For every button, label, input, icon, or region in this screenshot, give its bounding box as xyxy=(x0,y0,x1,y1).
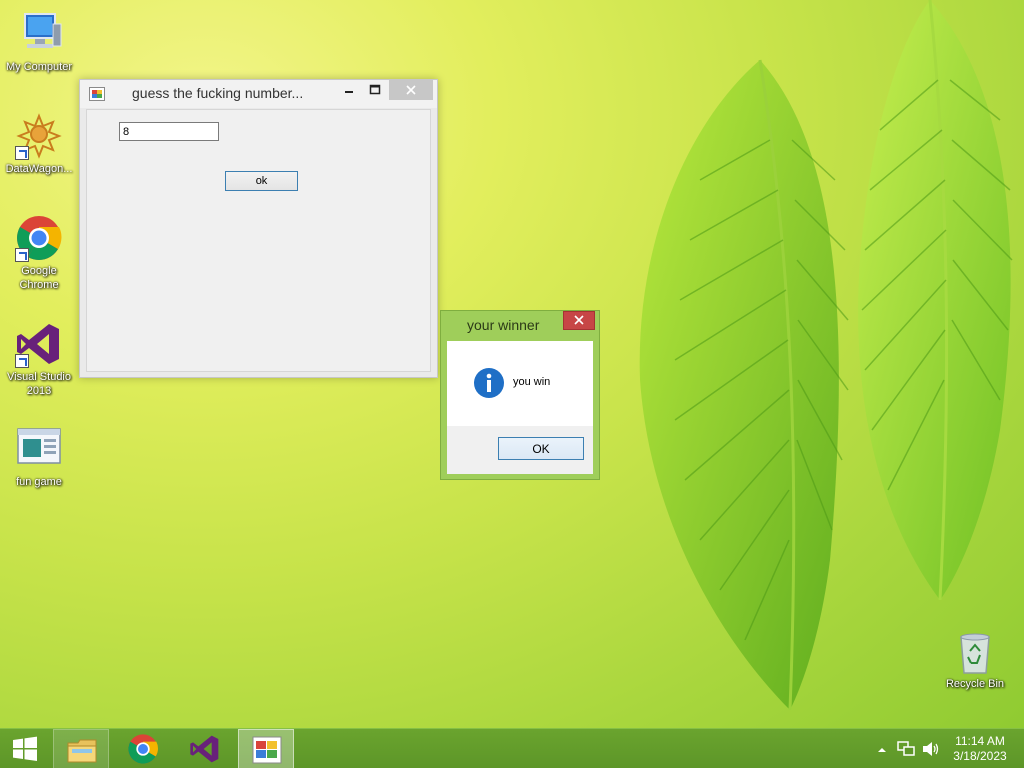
message-box-footer: OK xyxy=(447,426,593,474)
taskbar-visual-studio[interactable] xyxy=(177,729,233,768)
info-icon xyxy=(474,368,504,398)
window-client-area: ok xyxy=(86,109,431,372)
message-box-close-button[interactable] xyxy=(563,311,595,330)
chevron-up-icon[interactable] xyxy=(876,744,888,756)
guess-number-window[interactable]: guess the fucking number... ok xyxy=(79,79,438,378)
file-explorer-icon xyxy=(67,739,97,763)
desktop-icon-label: fun game xyxy=(16,476,62,488)
desktop-icon-label: Recycle Bin xyxy=(945,678,1005,690)
shortcut-arrow-icon xyxy=(15,146,29,160)
app-window-icon xyxy=(89,87,105,101)
desktop-icon-datawagon[interactable]: DataWagon... xyxy=(1,112,77,176)
taskbar: 11:14 AM 3/18/2023 xyxy=(0,728,1024,768)
app-window-icon xyxy=(17,428,61,464)
desktop-icon-recycle-bin[interactable]: Recycle Bin xyxy=(937,631,1013,691)
shortcut-arrow-icon xyxy=(15,248,29,262)
desktop-icon-google-chrome[interactable]: Google Chrome xyxy=(1,214,77,292)
clock-time: 11:14 AM xyxy=(955,734,1005,748)
clock-date: 3/18/2023 xyxy=(953,749,1007,763)
start-windows-icon xyxy=(13,736,37,761)
desktop-icon-visual-studio[interactable]: Visual Studio 2013 xyxy=(1,320,77,398)
system-tray xyxy=(870,729,950,768)
message-box-body: you win xyxy=(447,341,593,426)
maximize-button[interactable] xyxy=(362,80,388,100)
desktop-icon-fun-game[interactable]: fun game xyxy=(1,425,77,489)
message-box[interactable]: your winner you win OK xyxy=(440,310,600,480)
chrome-icon xyxy=(128,734,158,764)
taskbar-file-explorer[interactable] xyxy=(53,729,109,768)
desktop-icon-my-computer[interactable]: My Computer xyxy=(1,10,77,74)
volume-icon[interactable] xyxy=(922,741,940,757)
desktop-icon-label: My Computer xyxy=(5,61,73,73)
desktop-icon-label: Visual Studio 2013 xyxy=(6,371,71,397)
start-button[interactable] xyxy=(0,729,50,768)
computer-icon xyxy=(24,13,62,48)
close-button[interactable] xyxy=(389,80,433,100)
visual-studio-icon xyxy=(190,735,219,763)
minimize-icon xyxy=(345,91,353,93)
shortcut-arrow-icon xyxy=(15,354,29,368)
message-text: you win xyxy=(513,376,551,388)
taskbar-clock[interactable]: 11:14 AM 3/18/2023 xyxy=(950,734,1010,764)
ok-button[interactable]: ok xyxy=(225,171,298,191)
taskbar-chrome[interactable] xyxy=(115,729,171,768)
close-icon xyxy=(574,315,584,325)
app-window-icon xyxy=(252,736,282,764)
recycle-bin-icon xyxy=(960,633,990,674)
close-icon xyxy=(406,85,416,95)
number-input[interactable] xyxy=(119,122,219,141)
taskbar-fun-game[interactable] xyxy=(238,729,294,768)
message-ok-button[interactable]: OK xyxy=(498,437,584,460)
window-titlebar[interactable]: guess the fucking number... xyxy=(80,80,437,108)
network-icon[interactable] xyxy=(897,741,915,757)
minimize-button[interactable] xyxy=(336,80,362,100)
desktop-icon-label: Google Chrome xyxy=(19,265,59,291)
message-box-title: your winner xyxy=(467,317,540,333)
desktop-icon-label: DataWagon... xyxy=(5,163,73,175)
window-title: guess the fucking number... xyxy=(132,85,304,101)
maximize-icon xyxy=(369,84,381,95)
